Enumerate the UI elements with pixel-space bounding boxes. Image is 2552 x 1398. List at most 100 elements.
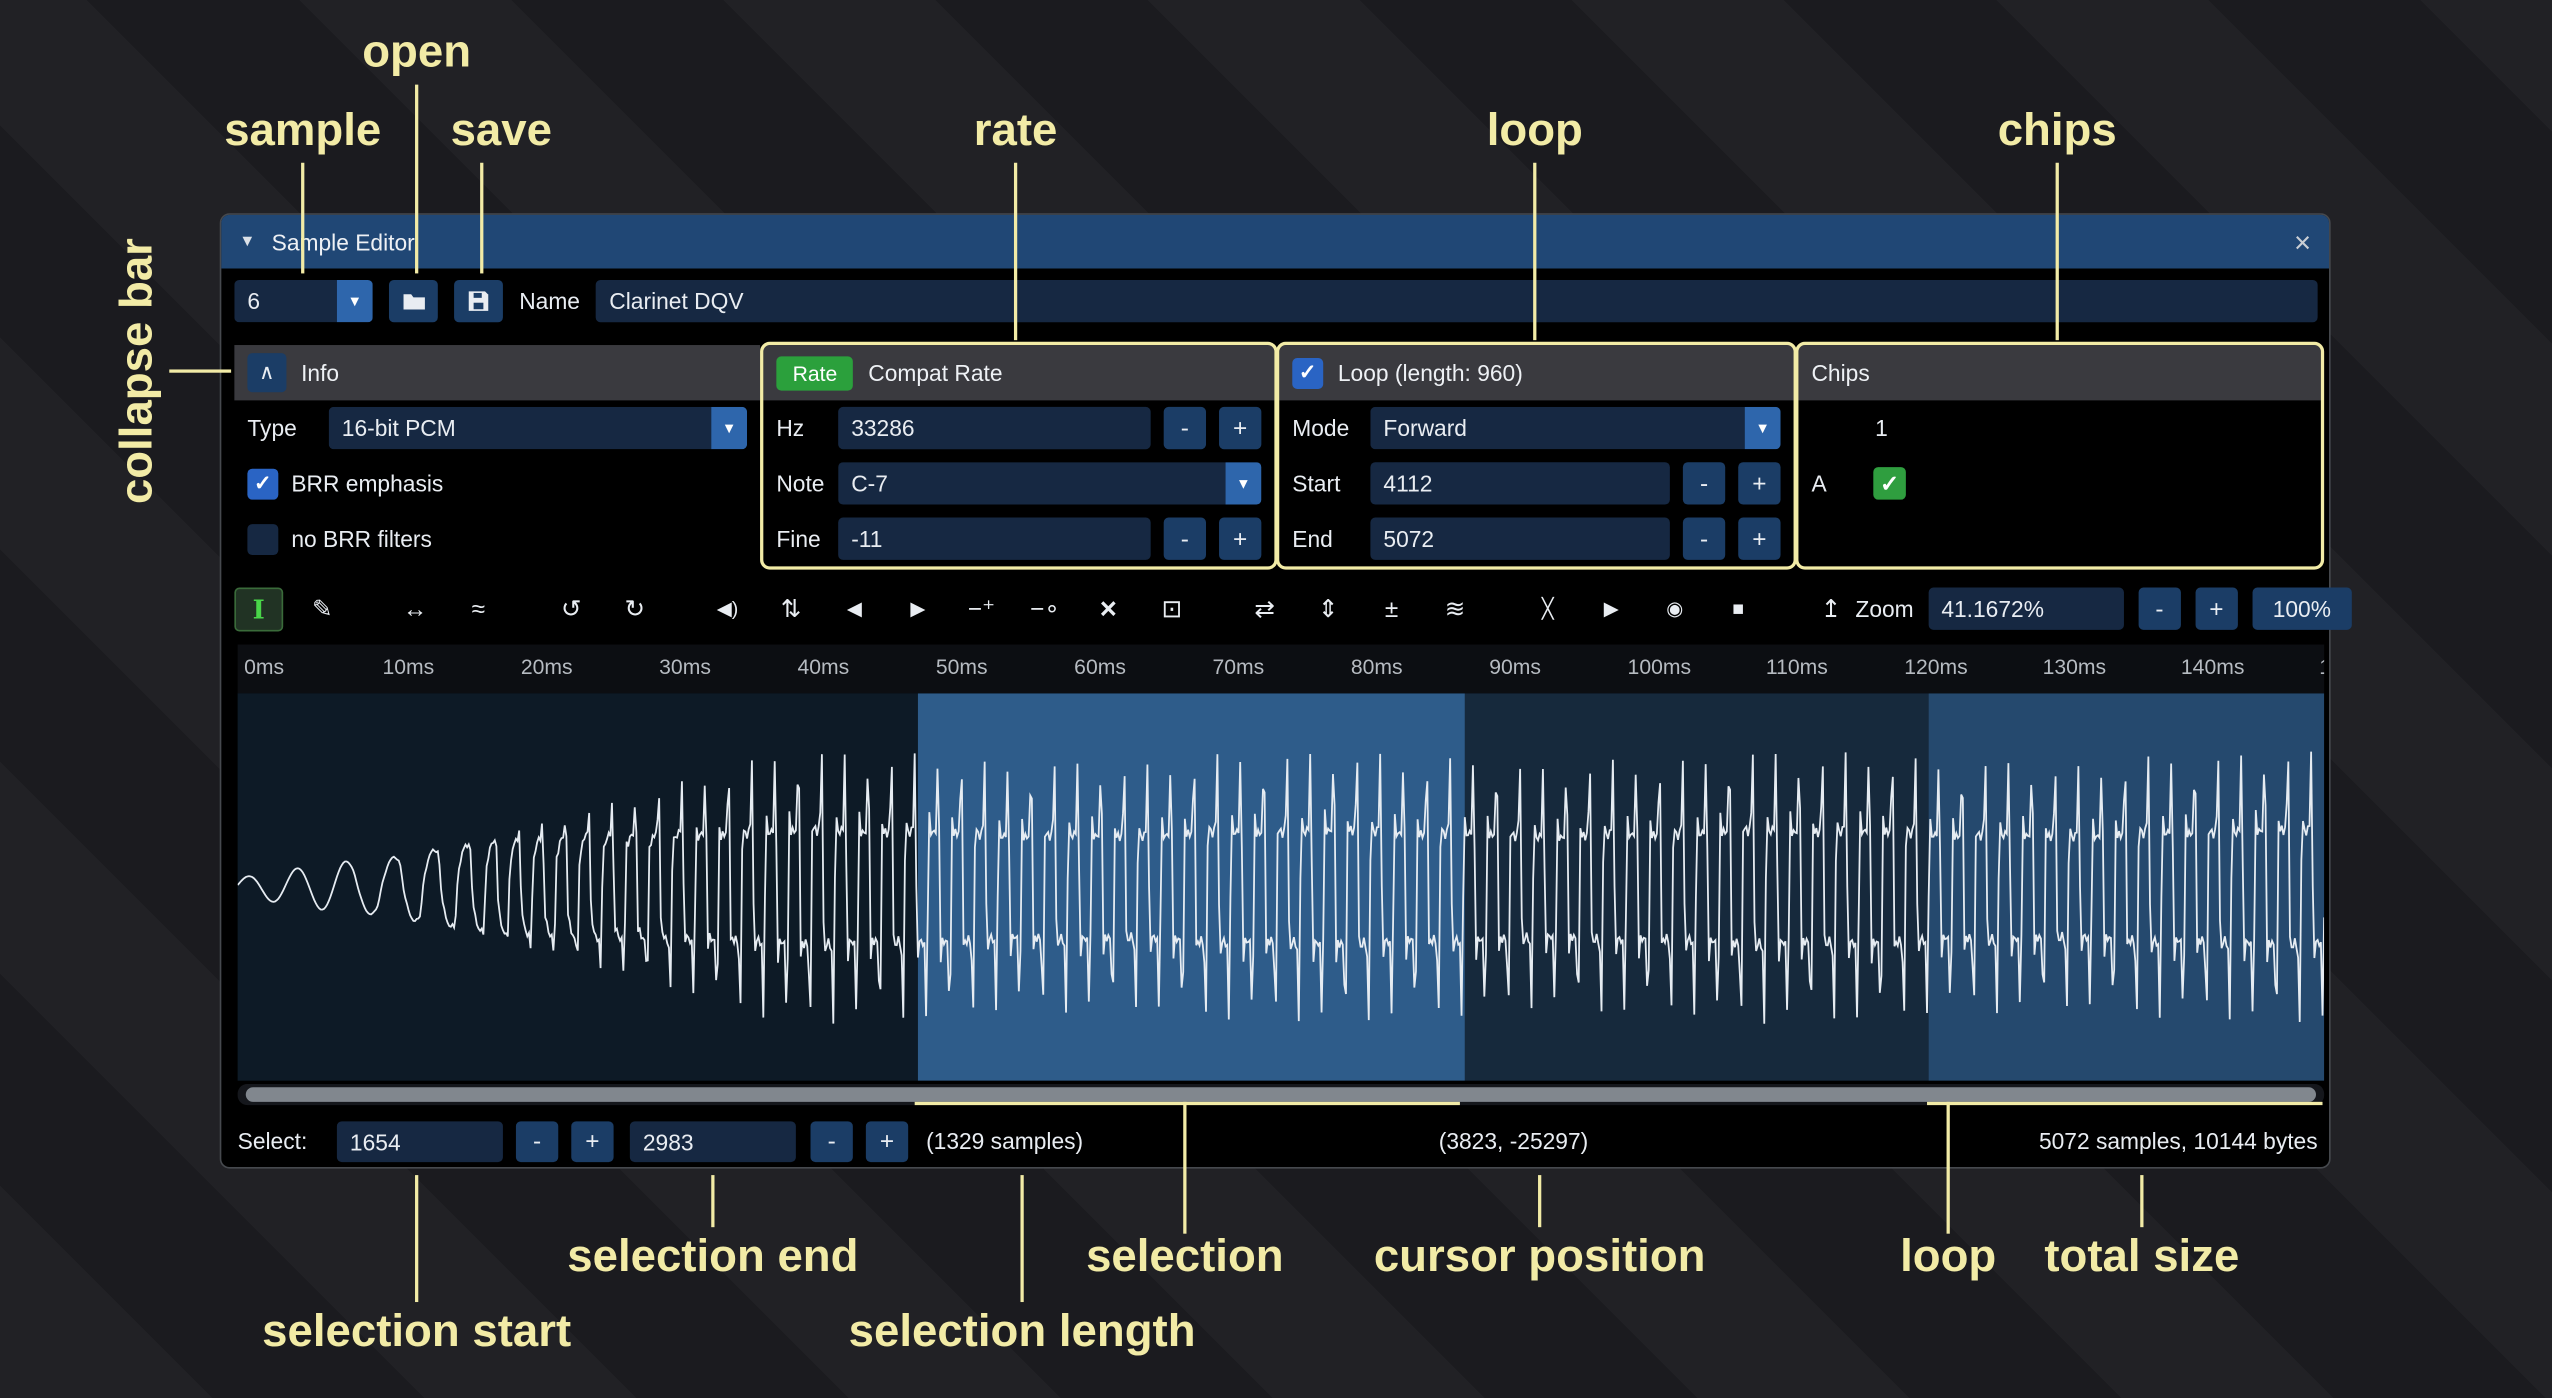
- sign-icon[interactable]: ±: [1367, 587, 1416, 631]
- stop-icon[interactable]: ■: [1714, 587, 1763, 631]
- undo-icon[interactable]: ↺: [547, 587, 596, 631]
- save-button[interactable]: [454, 280, 503, 322]
- hz-label: Hz: [776, 415, 825, 441]
- filter-icon[interactable]: ≋: [1431, 587, 1480, 631]
- loop-start-label: Start: [1292, 470, 1357, 496]
- fine-input[interactable]: -11: [838, 518, 1150, 560]
- annotation-selection-start-line: [415, 1175, 418, 1302]
- loop-checkbox[interactable]: ✓: [1292, 357, 1323, 388]
- select-label: Select:: [238, 1113, 308, 1170]
- resample-icon[interactable]: ≈: [454, 587, 503, 631]
- loop-header: Loop (length: 960): [1338, 360, 1523, 386]
- scrollbar-thumb[interactable]: [246, 1087, 2316, 1102]
- rate-section: Rate Compat Rate Hz 33286 - + Note C-7 ▼: [763, 345, 1274, 566]
- loop-end-minus-button[interactable]: -: [1683, 518, 1725, 560]
- sample-selector-value: 6: [234, 280, 337, 322]
- selection-start-input[interactable]: 1654: [337, 1121, 503, 1162]
- horizontal-scrollbar[interactable]: [238, 1084, 2325, 1105]
- annotation-selection-length: selection length: [849, 1305, 1196, 1357]
- selection-start-minus-button[interactable]: -: [516, 1121, 558, 1162]
- ruler-tick: 80ms: [1351, 654, 1403, 678]
- close-icon[interactable]: ×: [2294, 227, 2311, 256]
- loop-mode-dropdown[interactable]: Forward ▼: [1370, 407, 1780, 449]
- waveform-view[interactable]: [238, 693, 2325, 1080]
- annotation-selection-end: selection end: [567, 1230, 858, 1282]
- sample-header-row: 6 ▼ Name Clarinet DQV: [234, 278, 2317, 324]
- fine-plus-button[interactable]: +: [1219, 518, 1261, 560]
- edit-select-icon[interactable]: I: [234, 587, 283, 631]
- ruler-tick: 90ms: [1489, 654, 1541, 678]
- fine-minus-button[interactable]: -: [1164, 518, 1206, 560]
- ruler-tick: 40ms: [797, 654, 849, 678]
- insert-silence-icon[interactable]: −⁺: [957, 587, 1006, 631]
- zoom-label: Zoom: [1855, 596, 1913, 622]
- selection-end-plus-button[interactable]: +: [866, 1121, 908, 1162]
- chips-header: Chips: [1811, 360, 1869, 386]
- ruler-tick: 140ms: [2181, 654, 2245, 678]
- import-icon[interactable]: ↥: [1807, 587, 1856, 631]
- resize-icon[interactable]: ↔: [391, 587, 440, 631]
- hz-minus-button[interactable]: -: [1164, 407, 1206, 449]
- fade-out-icon[interactable]: ▶: [894, 587, 943, 631]
- delete-icon[interactable]: ×: [1084, 587, 1133, 631]
- chevron-down-icon[interactable]: ▼: [1745, 407, 1781, 449]
- zoom-minus-button[interactable]: -: [2138, 588, 2180, 630]
- apply-silence-icon[interactable]: −∘: [1020, 587, 1069, 631]
- annotation-selection-end-line: [711, 1175, 714, 1227]
- note-dropdown[interactable]: C-7 ▼: [838, 462, 1261, 504]
- chevron-down-icon[interactable]: ▼: [711, 407, 747, 449]
- amplify-icon[interactable]: ◀): [703, 587, 752, 631]
- annotation-selection: selection: [1086, 1230, 1284, 1282]
- status-row: Select: 1654 - + 2983 - + (1329 samples)…: [221, 1113, 2329, 1170]
- no-brr-filters-checkbox[interactable]: [247, 523, 278, 554]
- trim-icon[interactable]: ⊡: [1147, 587, 1196, 631]
- sample-selector[interactable]: 6 ▼: [234, 280, 372, 322]
- collapse-bar-button[interactable]: ∧: [247, 353, 286, 392]
- annotation-cursor-position: cursor position: [1374, 1230, 1706, 1282]
- chip-enable-checkbox[interactable]: ✓: [1873, 467, 1906, 500]
- crossfade-icon[interactable]: ╳: [1523, 587, 1572, 631]
- draw-icon[interactable]: ✎: [298, 587, 347, 631]
- ruler-tick: 100ms: [1628, 654, 1692, 678]
- loop-start-minus-button[interactable]: -: [1683, 462, 1725, 504]
- fade-in-icon[interactable]: ◀: [830, 587, 879, 631]
- annotation-open: open: [362, 26, 471, 78]
- brr-emphasis-checkbox[interactable]: ✓: [247, 468, 278, 499]
- zoom-reset-button[interactable]: 100%: [2252, 588, 2351, 630]
- redo-icon[interactable]: ↻: [610, 587, 659, 631]
- zoom-input[interactable]: 41.1672%: [1928, 588, 2123, 630]
- hz-plus-button[interactable]: +: [1219, 407, 1261, 449]
- note-value: C-7: [838, 462, 1225, 504]
- loop-end-input[interactable]: 5072: [1370, 518, 1669, 560]
- zoom-plus-button[interactable]: +: [2195, 588, 2237, 630]
- rate-header: Compat Rate: [868, 360, 1002, 386]
- selection-start-plus-button[interactable]: +: [571, 1121, 613, 1162]
- selection-end-minus-button[interactable]: -: [811, 1121, 853, 1162]
- reverse-icon[interactable]: ⇄: [1240, 587, 1289, 631]
- annotation-rate: rate: [974, 104, 1058, 156]
- total-size-text: 5072 samples, 10144 bytes: [2039, 1113, 2318, 1170]
- mode-label: Mode: [1292, 415, 1357, 441]
- name-input[interactable]: Clarinet DQV: [596, 280, 2317, 322]
- preview-icon[interactable]: ▶: [1587, 587, 1636, 631]
- invert-icon[interactable]: ⇕: [1304, 587, 1353, 631]
- annotation-total-size-line: [2140, 1175, 2143, 1227]
- ruler[interactable]: 0ms10ms20ms30ms40ms50ms60ms70ms80ms90ms1…: [238, 645, 2325, 694]
- hz-input[interactable]: 33286: [838, 407, 1150, 449]
- window-collapse-icon[interactable]: ▼: [239, 233, 255, 251]
- open-button[interactable]: [389, 280, 438, 322]
- ruler-tick: 110ms: [1766, 654, 1828, 678]
- chevron-down-icon[interactable]: ▼: [1226, 462, 1262, 504]
- type-dropdown[interactable]: 16-bit PCM ▼: [329, 407, 747, 449]
- chevron-down-icon[interactable]: ▼: [337, 280, 373, 322]
- preview-circle-icon[interactable]: ◉: [1650, 587, 1699, 631]
- loop-start-input[interactable]: 4112: [1370, 462, 1669, 504]
- normalize-icon[interactable]: ⇅: [767, 587, 816, 631]
- selection-end-input[interactable]: 2983: [630, 1121, 796, 1162]
- loop-end-plus-button[interactable]: +: [1738, 518, 1780, 560]
- window-titlebar[interactable]: ▼ Sample Editor ×: [221, 215, 2329, 269]
- no-brr-filters-label: no BRR filters: [291, 526, 432, 552]
- ruler-tick: 120ms: [1904, 654, 1968, 678]
- rate-badge[interactable]: Rate: [776, 356, 853, 390]
- loop-start-plus-button[interactable]: +: [1738, 462, 1780, 504]
